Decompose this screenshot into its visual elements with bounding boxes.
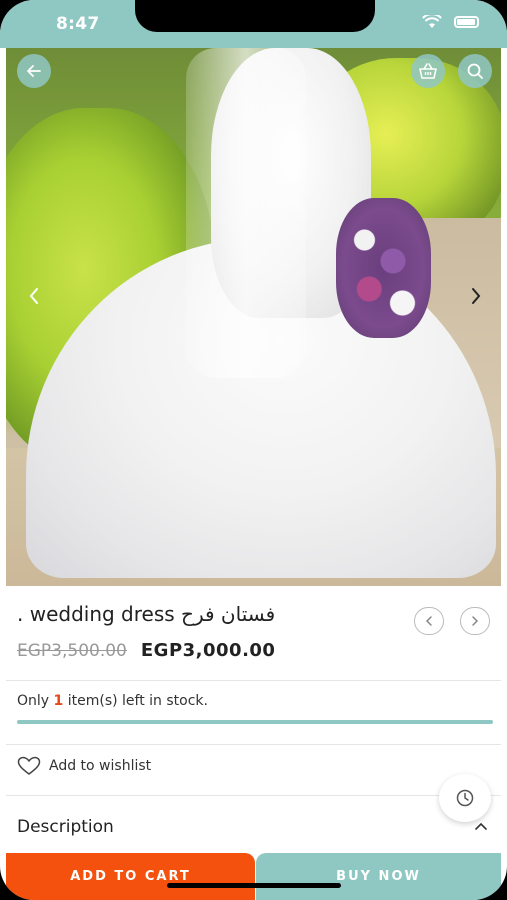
chevron-right-icon xyxy=(472,288,481,304)
stock-text: Only 1 item(s) left in stock. xyxy=(17,693,208,709)
battery-icon xyxy=(454,16,479,28)
basket-icon xyxy=(419,63,437,79)
status-time: 8:47 xyxy=(56,14,100,34)
add-to-wishlist-button[interactable]: Add to wishlist xyxy=(17,756,151,776)
product-image[interactable] xyxy=(6,48,501,586)
back-arrow-icon xyxy=(27,65,41,77)
chevron-left-icon xyxy=(29,288,38,304)
chevron-up-icon[interactable] xyxy=(473,818,489,834)
old-price: EGP3,500.00 xyxy=(17,641,127,661)
add-to-cart-button[interactable]: ADD TO CART xyxy=(6,853,255,900)
wifi-icon xyxy=(422,15,442,28)
divider xyxy=(6,744,501,745)
price-row: EGP3,500.00 EGP3,000.00 xyxy=(17,640,275,661)
home-indicator[interactable] xyxy=(167,883,341,888)
description-header[interactable]: Description xyxy=(17,817,114,837)
prev-product-button[interactable] xyxy=(414,607,444,635)
divider xyxy=(6,795,501,796)
cart-button[interactable] xyxy=(411,54,445,88)
status-bar: 8:47 xyxy=(0,0,507,48)
divider xyxy=(6,680,501,681)
back-button[interactable] xyxy=(17,54,51,88)
status-icons xyxy=(422,15,479,29)
image-veil xyxy=(186,48,306,378)
buy-now-button[interactable]: BUY NOW xyxy=(256,853,501,900)
search-button[interactable] xyxy=(458,54,492,88)
image-bouquet xyxy=(336,198,431,338)
chevron-right-icon xyxy=(472,616,479,626)
clock-icon xyxy=(456,789,474,807)
notch xyxy=(135,0,375,32)
image-next-button[interactable] xyxy=(462,282,490,310)
next-product-button[interactable] xyxy=(460,607,490,635)
recently-viewed-button[interactable] xyxy=(439,774,491,822)
phone-screen: 8:47 . wedding dress فستان فرح EGP3,500.… xyxy=(0,0,507,900)
stock-progress-bar xyxy=(17,720,493,724)
image-prev-button[interactable] xyxy=(20,282,48,310)
product-title: . wedding dress فستان فرح xyxy=(17,602,276,626)
product-title-row: . wedding dress فستان فرح xyxy=(17,602,307,634)
wishlist-label: Add to wishlist xyxy=(49,758,152,774)
stock-prefix: Only xyxy=(17,693,54,709)
stock-suffix: item(s) left in stock. xyxy=(63,693,208,709)
heart-icon xyxy=(17,756,41,775)
stock-count: 1 xyxy=(53,693,64,709)
chevron-left-icon xyxy=(425,616,432,626)
search-icon xyxy=(467,63,483,79)
current-price: EGP3,000.00 xyxy=(140,640,276,661)
